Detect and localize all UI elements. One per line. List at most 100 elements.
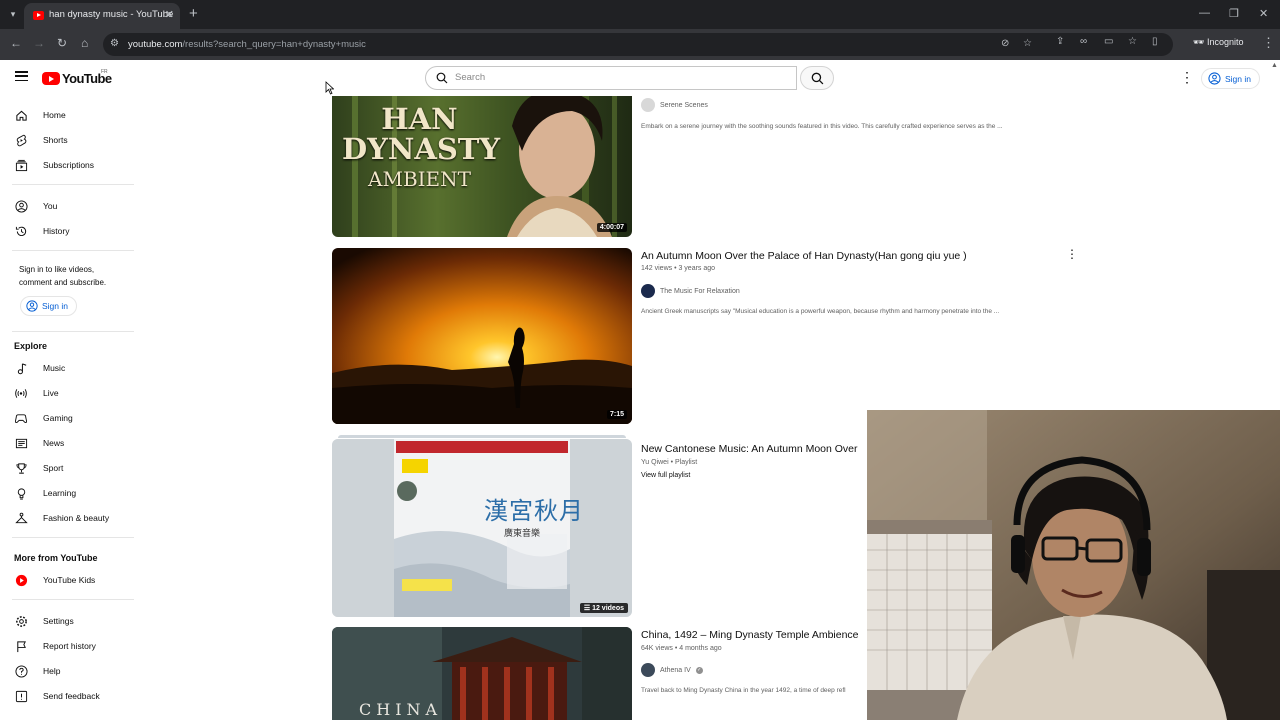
sidebar-item-send-feedback[interactable]: Send feedback	[14, 687, 100, 705]
sidebar-item-sport[interactable]: Sport	[14, 459, 63, 477]
sidebar-item-gaming[interactable]: Gaming	[14, 409, 73, 427]
video-duration-badge: 4:00:07	[596, 223, 627, 232]
extension-icon-2[interactable]: ∞	[1080, 36, 1087, 47]
sidebar-item-label: Settings	[43, 616, 74, 626]
home-icon	[14, 108, 28, 122]
sidebar-item-history[interactable]: History	[14, 222, 69, 240]
tracking-protection-icon[interactable]: ⊘	[1001, 38, 1009, 49]
sidebar-item-label: Home	[43, 110, 66, 120]
sidebar-item-label: News	[43, 438, 65, 448]
fashion-icon	[14, 511, 28, 525]
video-description: Travel back to Ming Dynasty China in the…	[641, 687, 846, 694]
sidebar-item-label: Help	[43, 666, 61, 676]
channel-name: The Music For Relaxation	[660, 287, 740, 295]
address-bar[interactable]: ⚙ youtube.com/results?search_query=han+d…	[103, 33, 1173, 56]
tab-search-icon[interactable]: ▾	[5, 6, 21, 22]
restore-icon[interactable]: ❐	[1229, 7, 1239, 20]
extensions-puzzle-icon[interactable]: ▯	[1152, 36, 1158, 47]
search-input[interactable]: Search	[425, 66, 797, 90]
incognito-icon: 🕶	[1193, 37, 1207, 47]
window-close-icon[interactable]: ✕	[1259, 7, 1268, 20]
sidebar-item-news[interactable]: News	[14, 434, 64, 452]
video-title[interactable]: An Autumn Moon Over the Palace of Han Dy…	[641, 250, 967, 262]
sidebar-item-you[interactable]: You	[14, 197, 57, 215]
browser-menu-icon[interactable]: ⋮	[1262, 35, 1275, 51]
thumbnail-title-overlay: HAN DYNASTY AMBIENT	[342, 102, 501, 194]
sidebar-divider	[12, 184, 134, 185]
view-full-playlist-link[interactable]: View full playlist	[641, 472, 690, 479]
search-button-icon	[811, 72, 824, 85]
channel-name: Athena IV	[660, 666, 691, 674]
sidebar-item-help[interactable]: Help	[14, 662, 60, 680]
browser-tab[interactable]: han dynasty music - YouTube ✕	[24, 3, 180, 29]
settings-more-icon[interactable]: ⋮	[1180, 69, 1194, 86]
sidebar-item-label: Gaming	[43, 413, 73, 423]
channel-avatar	[641, 98, 655, 112]
gaming-icon	[14, 411, 28, 425]
channel-link[interactable]: Athena IV ✓	[641, 663, 703, 677]
channel-link[interactable]: The Music For Relaxation	[641, 284, 740, 298]
sidebar-divider	[12, 331, 134, 332]
home-browser-icon[interactable]: ⌂	[81, 36, 88, 50]
sidebar-item-label: Live	[43, 388, 59, 398]
sidebar-item-label: Fashion & beauty	[43, 513, 110, 523]
video-action-menu-icon[interactable]: ⋮	[1066, 247, 1078, 261]
video-thumbnail-han-dynasty-ambient[interactable]: HAN DYNASTY AMBIENT 4:00:07	[332, 96, 632, 237]
url-path: /results?search_query=han+dynasty+music	[182, 39, 366, 50]
youtube-header: YouTube FR Search ⋮ Sign in	[0, 60, 1280, 96]
thumbnail-text-dynasty: DYNASTY	[342, 132, 501, 166]
sidebar-item-label: Learning	[43, 488, 77, 498]
bookmark-star-icon[interactable]: ☆	[1023, 38, 1032, 49]
new-tab-icon[interactable]: +	[189, 5, 198, 22]
incognito-badge[interactable]: 🕶 Incognito	[1193, 37, 1243, 48]
sidebar-item-label: Subscriptions	[43, 160, 95, 170]
channel-link[interactable]: Serene Scenes	[641, 98, 708, 112]
sidebar-sign-in-button[interactable]: Sign in	[20, 296, 77, 316]
sidebar-item-label: Shorts	[43, 135, 68, 145]
extension-icon-1[interactable]: ⇪	[1056, 36, 1064, 47]
sidebar-item-learning[interactable]: Learning	[14, 484, 76, 502]
playlist-title[interactable]: New Cantonese Music: An Autumn Moon Over	[641, 443, 858, 455]
extension-icon-3[interactable]: ▭	[1104, 36, 1113, 47]
mouse-cursor-icon	[325, 81, 334, 95]
sign-in-button[interactable]: Sign in	[1201, 68, 1260, 89]
learning-icon	[14, 486, 28, 500]
video-duration-badge: 7:15	[606, 410, 627, 419]
reload-icon[interactable]: ↻	[57, 36, 67, 50]
sidebar-item-youtube-kids[interactable]: YouTube Kids	[14, 571, 95, 589]
sidebar-item-report-history[interactable]: Report history	[14, 637, 96, 655]
site-info-icon[interactable]: ⚙	[110, 38, 122, 50]
video-meta: 142 views • 3 years ago	[641, 265, 716, 272]
sidebar-item-subscriptions[interactable]: Subscriptions	[14, 156, 94, 174]
scrollbar-up-arrow-icon[interactable]: ▲	[1271, 62, 1278, 69]
extension-icon-4[interactable]: ☆	[1128, 36, 1137, 47]
sidebar-item-label: Send feedback	[43, 691, 100, 701]
sidebar-item-fashion[interactable]: Fashion & beauty	[14, 509, 109, 527]
url-host: youtube.com	[128, 39, 183, 50]
incognito-label: Incognito	[1206, 37, 1244, 47]
webcam-overlay	[867, 410, 1280, 720]
sidebar-item-music[interactable]: Music	[14, 359, 65, 377]
video-title[interactable]: China, 1492 – Ming Dynasty Temple Ambien…	[641, 629, 859, 641]
account-icon	[1208, 72, 1221, 85]
forward-icon[interactable]: →	[33, 36, 45, 50]
playlist-thumbnail[interactable]: 漢宮秋月 廣東音樂 ☰ 12 videos	[332, 439, 632, 617]
flag-icon	[14, 639, 28, 653]
settings-icon	[14, 614, 28, 628]
sidebar-item-shorts[interactable]: Shorts	[14, 131, 68, 149]
video-thumbnail-autumn-moon[interactable]: 7:15	[332, 248, 632, 424]
search-button[interactable]	[800, 66, 834, 90]
thumbnail-image	[332, 248, 632, 424]
back-icon[interactable]: ←	[10, 36, 22, 50]
playlist-meta: Yu Qiwei • Playlist	[641, 459, 698, 466]
more-from-youtube-heading: More from YouTube	[14, 553, 98, 563]
sidebar-item-settings[interactable]: Settings	[14, 612, 74, 630]
sidebar-item-home[interactable]: Home	[14, 106, 66, 124]
sidebar-item-label: Music	[43, 363, 66, 373]
sidebar-item-live[interactable]: Live	[14, 384, 59, 402]
thumbnail-text-han: HAN	[381, 102, 458, 136]
menu-hamburger-icon[interactable]	[15, 71, 28, 82]
video-thumbnail-china-1492[interactable]: CHINA	[332, 627, 632, 720]
tab-close-icon[interactable]: ✕	[165, 8, 174, 21]
minimize-icon[interactable]: —	[1199, 7, 1210, 19]
